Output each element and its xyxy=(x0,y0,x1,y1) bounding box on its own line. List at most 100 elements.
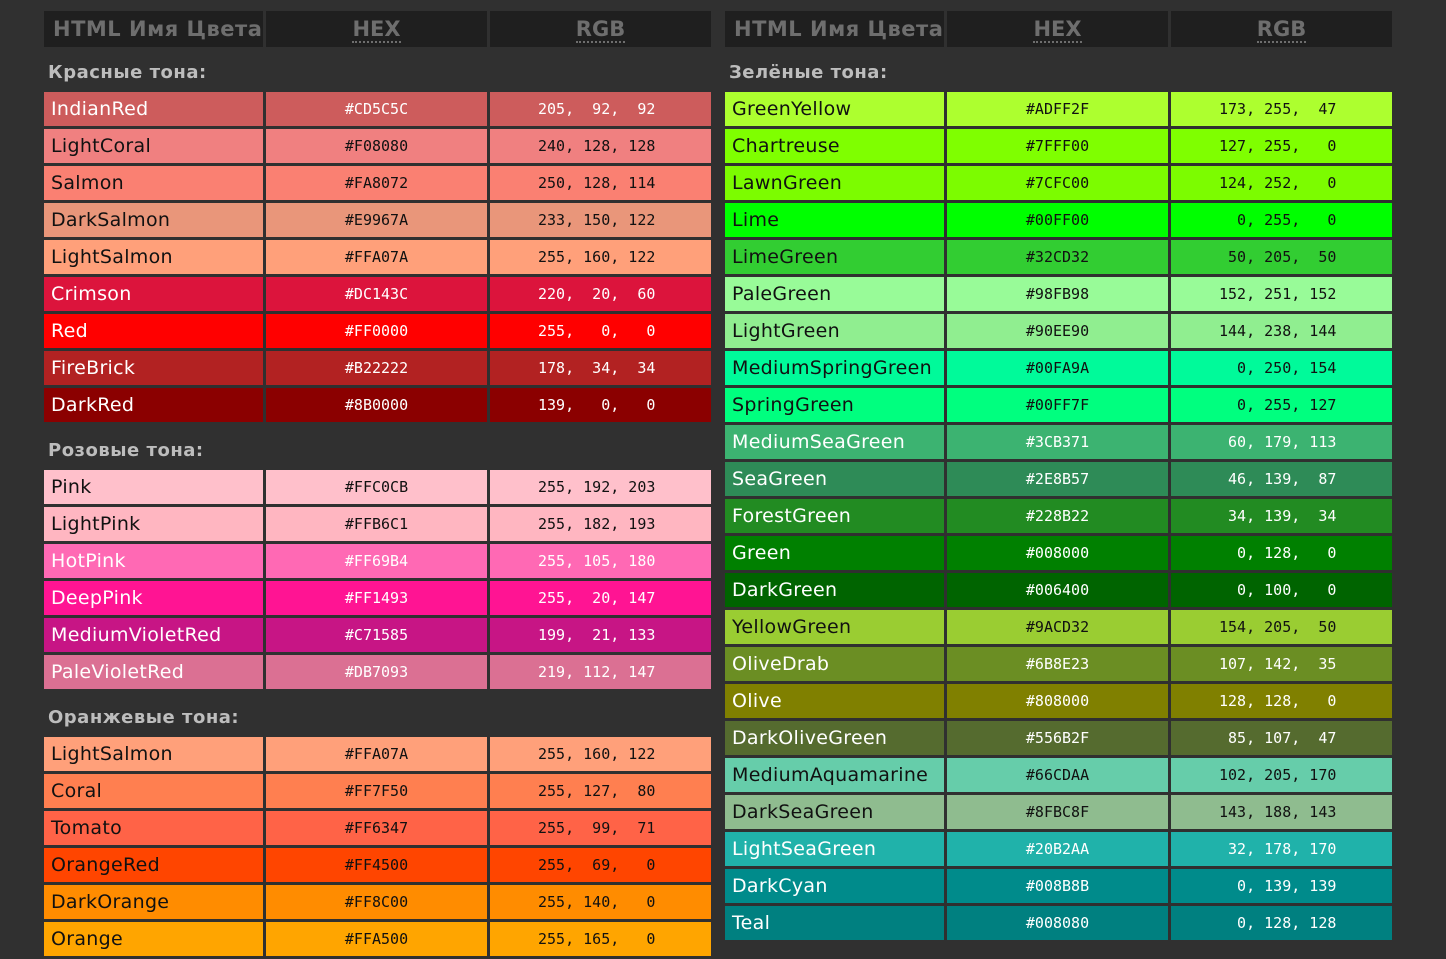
color-name-cell: Crimson xyxy=(44,277,263,311)
color-rgb-cell: 255, 182, 193 xyxy=(490,507,711,541)
color-hex-cell: #008080 xyxy=(947,906,1168,940)
color-name-cell: LightPink xyxy=(44,507,263,541)
color-name-cell: Olive xyxy=(725,684,944,718)
color-hex-cell: #3CB371 xyxy=(947,425,1168,459)
color-row: MediumAquamarine #66CDAA 102, 205, 170 xyxy=(725,758,1392,792)
color-row: OrangeRed #FF4500 255, 69, 0 xyxy=(44,848,711,882)
color-hex-cell: #9ACD32 xyxy=(947,610,1168,644)
color-hex-cell: #6B8E23 xyxy=(947,647,1168,681)
color-rgb-cell: 0, 250, 154 xyxy=(1171,351,1392,385)
header-rgb[interactable]: RGB xyxy=(1171,11,1392,47)
color-rgb-cell: 85, 107, 47 xyxy=(1171,721,1392,755)
color-hex-cell: #66CDAA xyxy=(947,758,1168,792)
color-hex-cell: #F08080 xyxy=(266,129,487,163)
color-hex-cell: #FFC0CB xyxy=(266,470,487,504)
color-name-cell: Salmon xyxy=(44,166,263,200)
color-name-cell: Orange xyxy=(44,922,263,956)
color-rgb-cell: 233, 150, 122 xyxy=(490,203,711,237)
color-row: DarkSalmon #E9967A 233, 150, 122 xyxy=(44,203,711,237)
color-row: DeepPink #FF1493 255, 20, 147 xyxy=(44,581,711,615)
color-name-cell: Chartreuse xyxy=(725,129,944,163)
color-rgb-cell: 255, 99, 71 xyxy=(490,811,711,845)
color-hex-cell: #006400 xyxy=(947,573,1168,607)
color-name-cell: SeaGreen xyxy=(725,462,944,496)
color-rgb-cell: 0, 100, 0 xyxy=(1171,573,1392,607)
color-row: ForestGreen #228B22 34, 139, 34 xyxy=(725,499,1392,533)
color-hex-cell: #FFA07A xyxy=(266,737,487,771)
color-rgb-cell: 46, 139, 87 xyxy=(1171,462,1392,496)
color-name-cell: DarkSalmon xyxy=(44,203,263,237)
color-rgb-cell: 128, 128, 0 xyxy=(1171,684,1392,718)
color-rgb-cell: 32, 178, 170 xyxy=(1171,832,1392,866)
color-row: Chartreuse #7FFF00 127, 255, 0 xyxy=(725,129,1392,163)
color-row: DarkCyan #008B8B 0, 139, 139 xyxy=(725,869,1392,903)
color-row: Orange #FFA500 255, 165, 0 xyxy=(44,922,711,956)
color-name-cell: DarkOliveGreen xyxy=(725,721,944,755)
color-hex-cell: #98FB98 xyxy=(947,277,1168,311)
color-rgb-cell: 0, 255, 127 xyxy=(1171,388,1392,422)
color-hex-cell: #2E8B57 xyxy=(947,462,1168,496)
header-rgb-label: RGB xyxy=(575,17,626,43)
color-row: MediumVioletRed #C71585 199, 21, 133 xyxy=(44,618,711,652)
color-name-cell: MediumSpringGreen xyxy=(725,351,944,385)
color-rgb-cell: 34, 139, 34 xyxy=(1171,499,1392,533)
color-hex-cell: #00FF7F xyxy=(947,388,1168,422)
color-rgb-cell: 240, 128, 128 xyxy=(490,129,711,163)
header-name: HTML Имя Цвета xyxy=(44,11,263,47)
color-name-cell: SpringGreen xyxy=(725,388,944,422)
color-row: HotPink #FF69B4 255, 105, 180 xyxy=(44,544,711,578)
color-rgb-cell: 255, 165, 0 xyxy=(490,922,711,956)
color-hex-cell: #808000 xyxy=(947,684,1168,718)
color-hex-cell: #FFA07A xyxy=(266,240,487,274)
color-hex-cell: #E9967A xyxy=(266,203,487,237)
header-rgb[interactable]: RGB xyxy=(490,11,711,47)
color-rgb-cell: 255, 105, 180 xyxy=(490,544,711,578)
color-rgb-cell: 0, 128, 0 xyxy=(1171,536,1392,570)
color-row: Red #FF0000 255, 0, 0 xyxy=(44,314,711,348)
color-hex-cell: #FF8C00 xyxy=(266,885,487,919)
color-name-cell: IndianRed xyxy=(44,92,263,126)
color-name-cell: ForestGreen xyxy=(725,499,944,533)
color-rgb-cell: 255, 69, 0 xyxy=(490,848,711,882)
color-name-cell: MediumSeaGreen xyxy=(725,425,944,459)
color-row: MediumSpringGreen #00FA9A 0, 250, 154 xyxy=(725,351,1392,385)
color-rgb-cell: 124, 252, 0 xyxy=(1171,166,1392,200)
color-row: LightSalmon #FFA07A 255, 160, 122 xyxy=(44,737,711,771)
color-row: LawnGreen #7CFC00 124, 252, 0 xyxy=(725,166,1392,200)
color-name-cell: DarkGreen xyxy=(725,573,944,607)
color-rgb-cell: 0, 139, 139 xyxy=(1171,869,1392,903)
color-rgb-cell: 255, 127, 80 xyxy=(490,774,711,808)
color-row: DarkGreen #006400 0, 100, 0 xyxy=(725,573,1392,607)
color-name-cell: LightSeaGreen xyxy=(725,832,944,866)
color-name-cell: DarkOrange xyxy=(44,885,263,919)
color-row: Tomato #FF6347 255, 99, 71 xyxy=(44,811,711,845)
color-row: Crimson #DC143C 220, 20, 60 xyxy=(44,277,711,311)
color-name-cell: Red xyxy=(44,314,263,348)
color-hex-cell: #FF6347 xyxy=(266,811,487,845)
color-hex-cell: #90EE90 xyxy=(947,314,1168,348)
color-hex-cell: #20B2AA xyxy=(947,832,1168,866)
color-rgb-cell: 107, 142, 35 xyxy=(1171,647,1392,681)
color-rgb-cell: 173, 255, 47 xyxy=(1171,92,1392,126)
color-name-cell: LimeGreen xyxy=(725,240,944,274)
color-rgb-cell: 219, 112, 147 xyxy=(490,655,711,689)
color-rgb-cell: 250, 128, 114 xyxy=(490,166,711,200)
color-hex-cell: #32CD32 xyxy=(947,240,1168,274)
color-hex-cell: #8B0000 xyxy=(266,388,487,422)
color-name-cell: Pink xyxy=(44,470,263,504)
color-rgb-cell: 127, 255, 0 xyxy=(1171,129,1392,163)
color-row: LightGreen #90EE90 144, 238, 144 xyxy=(725,314,1392,348)
color-row: LightSeaGreen #20B2AA 32, 178, 170 xyxy=(725,832,1392,866)
header-name: HTML Имя Цвета xyxy=(725,11,944,47)
color-hex-cell: #228B22 xyxy=(947,499,1168,533)
color-hex-cell: #ADFF2F xyxy=(947,92,1168,126)
header-hex[interactable]: HEX xyxy=(266,11,487,47)
color-hex-cell: #00FF00 xyxy=(947,203,1168,237)
color-rgb-cell: 50, 205, 50 xyxy=(1171,240,1392,274)
header-hex[interactable]: HEX xyxy=(947,11,1168,47)
color-row: DarkRed #8B0000 139, 0, 0 xyxy=(44,388,711,422)
color-rgb-cell: 255, 140, 0 xyxy=(490,885,711,919)
color-hex-cell: #00FA9A xyxy=(947,351,1168,385)
color-hex-cell: #7CFC00 xyxy=(947,166,1168,200)
color-hex-cell: #FF69B4 xyxy=(266,544,487,578)
